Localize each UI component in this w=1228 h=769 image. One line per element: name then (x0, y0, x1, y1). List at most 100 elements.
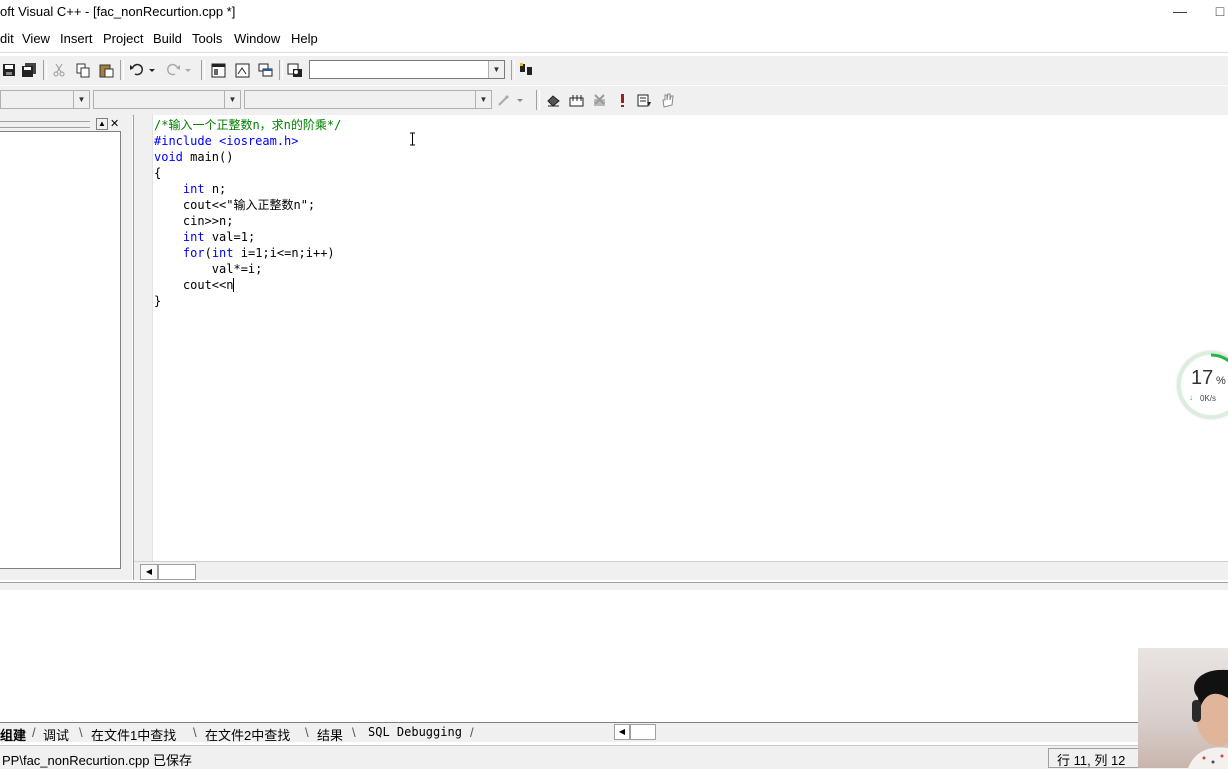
tab-separator: \ (193, 725, 197, 740)
toolbar-separator (511, 60, 515, 80)
tab-separator: \ (79, 725, 83, 740)
toolbar-separator (43, 60, 47, 80)
code-keyword: int (182, 230, 205, 244)
gauge-unit: % (1216, 375, 1226, 387)
chevron-down-icon[interactable]: ▼ (73, 91, 89, 108)
save-icon[interactable] (0, 61, 18, 79)
standard-toolbar: ▼ (0, 55, 1228, 86)
window-list-icon[interactable] (256, 61, 274, 79)
find-icon[interactable] (517, 61, 535, 79)
presenter-avatar-icon (1188, 669, 1228, 768)
code-text[interactable]: /*输入一个正整数n，求n的阶乘*/ #include <iosream.h> … (154, 117, 341, 309)
class-combo[interactable]: ▼ (0, 90, 90, 109)
status-position-panel: 行 11, 列 12 (1048, 748, 1141, 768)
code-keyword: int (211, 246, 234, 260)
minimize-button[interactable]: — (1160, 0, 1200, 24)
code-line: val=1; (204, 230, 256, 244)
tab-separator: / (470, 725, 474, 740)
menu-project[interactable]: Project (103, 31, 143, 46)
save-all-icon[interactable] (20, 61, 38, 79)
build-icon[interactable] (567, 91, 585, 109)
scroll-left-icon[interactable]: ◀ (614, 724, 630, 740)
code-editor[interactable]: /*输入一个正整数n，求n的阶乘*/ #include <iosream.h> … (133, 115, 1228, 580)
tab-separator: / (32, 725, 36, 740)
toolbar-separator (279, 60, 283, 80)
workspace-panel: ▲ ✕ (0, 115, 132, 580)
code-include: #include <iosream.h> (154, 134, 299, 148)
find-combo[interactable]: ▼ (309, 60, 505, 79)
compile-icon[interactable] (544, 91, 562, 109)
tab-results[interactable]: 结果 (317, 725, 343, 744)
chevron-down-icon[interactable]: ▼ (224, 91, 240, 108)
tab-find-in-files-2[interactable]: 在文件2中查找 (205, 725, 290, 744)
output-horizontal-scrollbar[interactable]: ◀ (612, 722, 1228, 742)
menu-view[interactable]: View (22, 31, 50, 46)
network-speed-gauge[interactable]: 17 % ↓ 0K/s (1178, 352, 1228, 418)
execute-icon[interactable] (613, 91, 631, 109)
menu-help[interactable]: Help (291, 31, 318, 46)
restore-button[interactable]: □ (1200, 0, 1228, 24)
code-line: { (154, 166, 162, 180)
breakpoint-hand-icon[interactable] (658, 91, 676, 109)
toolbar-separator (120, 60, 124, 80)
code-line: } (154, 294, 162, 308)
code-line: i=1;i<=n;i++) (233, 246, 335, 260)
editor-gutter[interactable] (134, 115, 153, 562)
panel-grip[interactable] (0, 121, 90, 128)
tab-separator: \ (305, 725, 309, 740)
menu-window[interactable]: Window (234, 31, 280, 46)
output-window[interactable] (0, 590, 1228, 722)
redo-icon[interactable] (164, 61, 194, 79)
cursor-position: 行 11, 列 12 (1057, 753, 1126, 768)
code-keyword: void (154, 150, 183, 164)
window-title: oft Visual C++ - [fac_nonRecurtion.cpp *… (0, 4, 236, 19)
chevron-down-icon[interactable]: ▼ (488, 61, 504, 78)
tab-build[interactable]: 组建 (0, 725, 26, 744)
menu-tools[interactable]: Tools (192, 31, 222, 46)
scroll-thumb[interactable] (158, 564, 196, 580)
paste-icon[interactable] (97, 61, 115, 79)
wizard-action-icon[interactable] (496, 91, 528, 109)
cut-icon[interactable] (50, 61, 68, 79)
scroll-thumb[interactable] (630, 724, 656, 740)
tab-find-in-files-1[interactable]: 在文件1中查找 (91, 725, 176, 744)
copy-icon[interactable] (74, 61, 92, 79)
filter-combo[interactable]: ▼ (93, 90, 241, 109)
file-tree[interactable] (0, 131, 121, 569)
toolbar-separator (201, 60, 205, 80)
gauge-percent: 17 (1191, 367, 1214, 389)
close-panel-icon[interactable]: ✕ (110, 117, 119, 130)
download-arrow-icon: ↓ (1189, 393, 1193, 402)
code-keyword: int (182, 182, 205, 196)
menu-insert[interactable]: Insert (60, 31, 93, 46)
code-line: n; (204, 182, 227, 196)
status-message: PP\fac_nonRecurtion.cpp 已保存 (2, 753, 193, 768)
title-bar: oft Visual C++ - [fac_nonRecurtion.cpp *… (0, 0, 1228, 24)
code-line: main() (182, 150, 234, 164)
code-keyword: for (182, 246, 205, 260)
workspace-icon[interactable] (209, 61, 227, 79)
output-window-icon[interactable] (233, 61, 251, 79)
scroll-left-icon[interactable]: ◀ (140, 564, 158, 580)
horizontal-scrollbar[interactable]: ◀ (134, 561, 1228, 580)
undo-icon[interactable] (128, 61, 158, 79)
text-cursor (233, 278, 235, 292)
wizardbar-toolbar: ▼ ▼ ▼ (0, 85, 1228, 116)
ibeam-cursor-icon (409, 132, 416, 146)
gauge-speed: 0K/s (1200, 394, 1217, 403)
tab-sql-debugging[interactable]: SQL Debugging (368, 725, 462, 739)
code-comment: /*输入一个正整数n，求n的阶乘*/ (154, 118, 342, 132)
menu-build[interactable]: Build (153, 31, 182, 46)
code-line: cin>>n; (154, 214, 234, 228)
toolbar-separator (536, 90, 540, 110)
menu-edit[interactable]: dit (0, 31, 14, 46)
maximize-panel-icon[interactable]: ▲ (96, 118, 108, 130)
output-tabs: 组建 / 调试 \ 在文件1中查找 \ 在文件2中查找 \ 结果 \ SQL D… (0, 722, 612, 744)
status-bar: PP\fac_nonRecurtion.cpp 已保存 行 11, 列 12 (0, 745, 1228, 769)
go-icon[interactable] (635, 91, 653, 109)
tab-debug[interactable]: 调试 (43, 725, 69, 744)
find-in-files-icon[interactable] (286, 61, 304, 79)
chevron-down-icon[interactable]: ▼ (475, 91, 491, 108)
stop-build-icon[interactable] (590, 91, 608, 109)
members-combo[interactable]: ▼ (244, 90, 492, 109)
